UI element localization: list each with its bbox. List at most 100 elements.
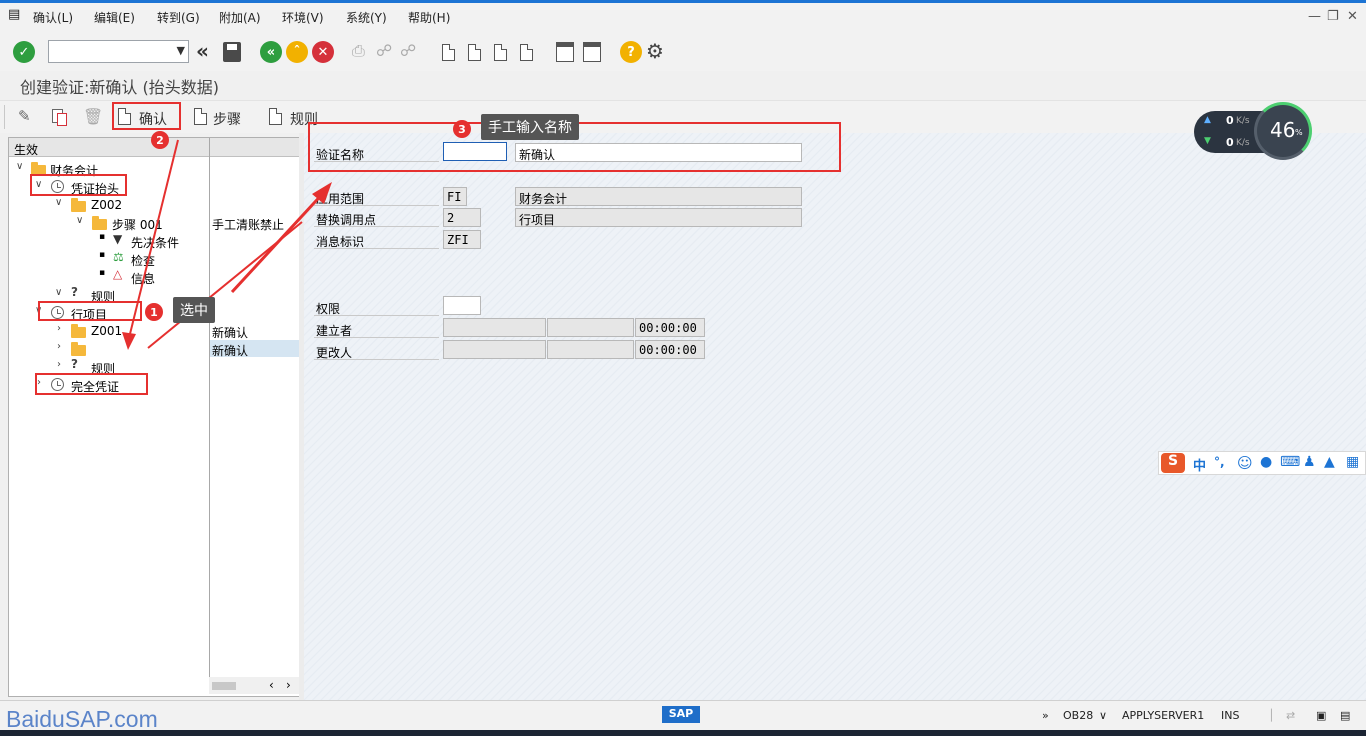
window-menu-icon[interactable]: ▤ — [8, 7, 20, 22]
last-page-icon[interactable] — [520, 44, 533, 61]
expand-icon[interactable]: ∨ — [55, 287, 62, 298]
user-icon[interactable]: ♟ — [1303, 454, 1316, 470]
tree-node-new-desc[interactable]: 新确认 — [212, 342, 248, 359]
help-icon[interactable]: ? — [620, 41, 642, 63]
tree-node-doc-header[interactable]: 凭证抬头 — [71, 180, 119, 197]
tree-scrollbar[interactable]: ‹ › — [209, 677, 299, 694]
find-next-icon: ☍ — [400, 41, 417, 60]
download-unit: K/s — [1236, 138, 1250, 148]
save-icon[interactable] — [223, 42, 241, 62]
status-tcode[interactable]: OB28 — [1063, 709, 1093, 722]
ime-punct[interactable]: °, — [1214, 455, 1225, 469]
lock-icon[interactable]: ▣ — [1316, 709, 1326, 722]
copy-icon[interactable] — [52, 109, 67, 126]
folder-icon — [31, 162, 46, 176]
expand-status-icon[interactable]: » — [1042, 709, 1049, 722]
chevron-right-icon[interactable]: › — [37, 377, 41, 388]
close-window-icon[interactable]: ✕ — [1347, 9, 1358, 24]
tree-node-z002[interactable]: Z002 — [91, 198, 122, 212]
enter-check-icon[interactable]: ✓ — [13, 41, 35, 63]
menu-edit[interactable]: 编辑(E) — [94, 9, 135, 26]
tree-node-check[interactable]: 检查 — [131, 252, 155, 269]
expand-icon[interactable]: ∨ — [76, 215, 83, 226]
menu-system[interactable]: 系统(Y) — [346, 9, 387, 26]
ime-mode[interactable]: 中 — [1193, 455, 1206, 474]
authorization-input[interactable] — [443, 296, 481, 315]
step-badge-3: 3 — [453, 120, 471, 138]
tree-node-complete-doc[interactable]: 完全凭证 — [71, 378, 119, 395]
chevron-right-icon[interactable]: › — [57, 359, 61, 370]
confirm-doc-icon — [118, 108, 131, 125]
os-taskbar — [0, 730, 1366, 736]
rule-icon: ? — [71, 357, 78, 371]
cpu-percent-sign: % — [1295, 128, 1303, 137]
skin-icon[interactable]: ▲ — [1324, 454, 1335, 470]
rules-button[interactable]: 规则 — [290, 109, 318, 129]
validation-name-input[interactable] — [443, 142, 507, 161]
application-area-label: 应用范围 — [314, 187, 439, 206]
menu-help[interactable]: 帮助(H) — [408, 9, 450, 26]
expand-icon[interactable]: ∨ — [35, 179, 42, 190]
toolbox-icon[interactable]: ▦ — [1346, 454, 1359, 470]
application-area-text: 财务会计 — [515, 187, 802, 206]
step-badge-2: 2 — [151, 131, 169, 149]
tree-node-step-001[interactable]: 步骤 001 — [112, 216, 163, 233]
confirm-button[interactable]: 确认 — [139, 109, 167, 129]
microphone-icon[interactable]: ● — [1260, 454, 1272, 470]
find-icon: ☍ — [376, 41, 393, 60]
status-more-icon[interactable]: ▤ — [1340, 709, 1350, 722]
display-change-icon[interactable]: ✎ — [18, 107, 31, 125]
first-page-icon[interactable] — [442, 44, 455, 61]
settings-gear-icon[interactable]: ⚙ — [646, 39, 664, 63]
scroll-thumb[interactable] — [212, 682, 236, 690]
created-time-field: 00:00:00 — [635, 318, 705, 337]
exit-icon[interactable]: ˆ — [286, 41, 308, 63]
validation-desc-field[interactable]: 新确认 — [515, 143, 802, 162]
collapse-command-icon[interactable]: « — [196, 39, 209, 63]
message-id-field: ZFI — [443, 230, 481, 249]
chevron-right-icon[interactable]: › — [57, 341, 61, 352]
tree-node-rules-2[interactable]: 规则 — [91, 360, 115, 377]
watermark: BaiduSAP.com — [6, 706, 158, 732]
chevron-down-icon[interactable]: ▼ — [177, 44, 185, 57]
keyboard-icon[interactable]: ⌨ — [1280, 454, 1300, 470]
status-mode[interactable]: INS — [1221, 709, 1239, 722]
shortcut-icon[interactable] — [583, 42, 601, 62]
tree-node-message[interactable]: 信息 — [131, 270, 155, 287]
new-session-icon[interactable] — [556, 42, 574, 62]
expand-icon[interactable]: ∨ — [55, 197, 62, 208]
next-page-icon[interactable] — [494, 44, 507, 61]
menu-goto[interactable]: 转到(G) — [157, 9, 200, 26]
menu-confirm[interactable]: 确认(L) — [33, 9, 73, 26]
back-icon[interactable]: « — [260, 41, 282, 63]
tree-node-line-item[interactable]: 行项目 — [71, 306, 107, 323]
message-icon: △ — [113, 267, 123, 281]
menu-environment[interactable]: 环境(V) — [282, 9, 324, 26]
expand-icon[interactable]: ∨ — [16, 161, 23, 172]
minimize-icon[interactable]: — — [1308, 9, 1321, 24]
cancel-icon[interactable]: ✕ — [312, 41, 334, 63]
download-arrow-icon: ▼ — [1204, 136, 1211, 146]
chevron-right-icon[interactable]: › — [57, 323, 61, 334]
clock-icon — [51, 306, 64, 319]
tree-node-rules-1[interactable]: 规则 — [91, 288, 115, 305]
previous-page-icon[interactable] — [468, 44, 481, 61]
download-value: 0 — [1226, 136, 1234, 149]
tree-header-label: 生效 — [14, 143, 39, 157]
tree-node-z001[interactable]: Z001 — [91, 324, 122, 338]
tree-node-prerequisite[interactable]: 先决条件 — [131, 234, 179, 251]
command-field[interactable]: ▼ — [48, 40, 189, 63]
connection-icon: ⇄ — [1286, 709, 1296, 722]
restore-icon[interactable]: ❐ — [1327, 9, 1339, 24]
expand-icon[interactable]: ∨ — [35, 305, 42, 316]
sogou-logo-icon[interactable]: S — [1161, 453, 1185, 473]
changed-by-label: 更改人 — [314, 341, 439, 360]
tree-node-fi[interactable]: 财务会计 — [50, 162, 98, 179]
validation-name-label: 验证名称 — [314, 143, 439, 162]
menu-extras[interactable]: 附加(A) — [219, 9, 261, 26]
scroll-right-icon[interactable]: › — [286, 678, 291, 692]
emoji-icon[interactable]: ☺ — [1237, 454, 1253, 472]
steps-button[interactable]: 步骤 — [213, 109, 241, 129]
chevron-down-icon[interactable]: ∨ — [1099, 709, 1107, 722]
scroll-left-icon[interactable]: ‹ — [269, 678, 274, 692]
